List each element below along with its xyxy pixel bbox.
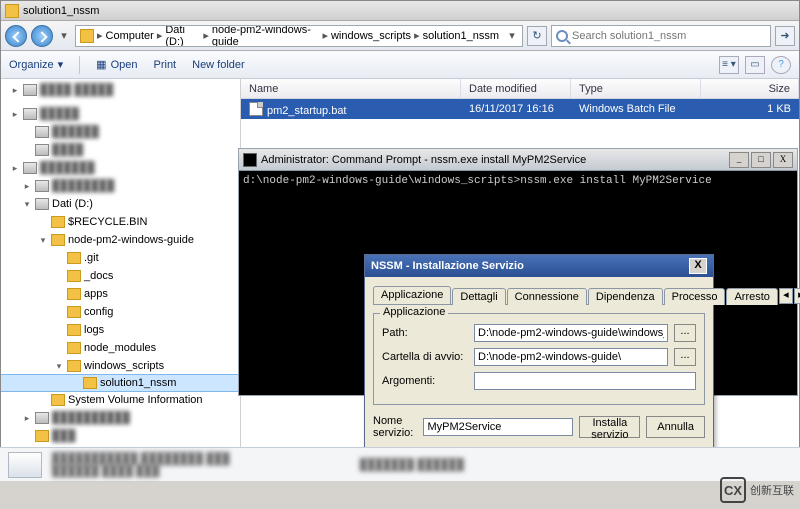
tab-scroll-right[interactable]: ▸ bbox=[794, 288, 800, 304]
file-type: Windows Batch File bbox=[571, 103, 701, 115]
tree-item[interactable]: logs bbox=[84, 324, 104, 336]
tree-item[interactable]: node-pm2-windows-guide bbox=[68, 234, 194, 246]
cmd-title: Administrator: Command Prompt - nssm.exe… bbox=[261, 154, 586, 166]
tree-item[interactable]: node_modules bbox=[84, 342, 156, 354]
startdir-input[interactable] bbox=[474, 348, 668, 366]
tab-shutdown[interactable]: Arresto bbox=[726, 288, 777, 305]
install-service-button[interactable]: Installa servizio bbox=[579, 416, 640, 438]
col-type[interactable]: Type bbox=[571, 79, 701, 98]
cmd-titlebar[interactable]: Administrator: Command Prompt - nssm.exe… bbox=[239, 149, 797, 171]
statusbar-filetype: ██████ ████ ███ bbox=[52, 465, 230, 477]
print-button[interactable]: Print bbox=[154, 59, 177, 71]
view-options-button[interactable]: ≡ ▾ bbox=[719, 56, 739, 74]
nssm-dialog: NSSM - Installazione Servizio X Applicaz… bbox=[364, 254, 714, 450]
service-name-input[interactable] bbox=[423, 418, 573, 436]
tree-item[interactable]: $RECYCLE.BIN bbox=[68, 216, 147, 228]
tab-strip: Applicazione Dettagli Connessione Dipend… bbox=[373, 283, 705, 305]
browse-path-button[interactable]: ... bbox=[674, 324, 696, 342]
explorer-toolbar: Organize ▾ ▦ Open Print New folder ≡ ▾ ▭… bbox=[1, 51, 799, 79]
close-button[interactable]: X bbox=[689, 258, 707, 274]
new-folder-button[interactable]: New folder bbox=[192, 59, 245, 71]
file-thumbnail bbox=[8, 452, 42, 478]
tab-connection[interactable]: Connessione bbox=[507, 288, 587, 305]
startdir-label: Cartella di avvio: bbox=[382, 351, 468, 363]
breadcrumb-segment[interactable]: windows_scripts bbox=[331, 30, 411, 42]
window-title: solution1_nssm bbox=[23, 5, 99, 17]
dialog-title: NSSM - Installazione Servizio bbox=[371, 260, 524, 272]
breadcrumb-segment[interactable]: Computer bbox=[106, 30, 154, 42]
search-icon bbox=[556, 30, 568, 42]
explorer-statusbar: ███████████ ████████ ███ ██████ ████ ███… bbox=[0, 447, 800, 481]
cmd-icon bbox=[243, 153, 257, 167]
statusbar-filename: ███████████ ████████ ███ bbox=[52, 453, 230, 465]
tab-process[interactable]: Processo bbox=[664, 288, 726, 305]
folder-icon bbox=[5, 4, 19, 18]
tree-item-selected[interactable]: solution1_nssm bbox=[100, 377, 176, 389]
group-legend: Applicazione bbox=[380, 306, 448, 318]
col-size[interactable]: Size bbox=[701, 79, 799, 98]
statusbar-meta: ███████ ██████ bbox=[360, 459, 464, 471]
tab-application[interactable]: Applicazione bbox=[373, 286, 451, 304]
help-button[interactable]: ? bbox=[771, 56, 791, 74]
breadcrumb-segment[interactable]: Dati (D:) bbox=[165, 25, 200, 47]
nav-back-button[interactable] bbox=[5, 25, 27, 47]
file-size: 1 KB bbox=[701, 103, 799, 115]
explorer-navbar: ▾ ▸Computer ▸Dati (D:) ▸node-pm2-windows… bbox=[1, 21, 799, 51]
tree-item[interactable]: System Volume Information bbox=[68, 394, 203, 406]
col-date[interactable]: Date modified bbox=[461, 79, 571, 98]
explorer-titlebar: solution1_nssm bbox=[1, 1, 799, 21]
tree-item[interactable]: _docs bbox=[84, 270, 113, 282]
search-box[interactable] bbox=[551, 25, 771, 47]
browse-startdir-button[interactable]: ... bbox=[674, 348, 696, 366]
dialog-titlebar[interactable]: NSSM - Installazione Servizio X bbox=[365, 255, 713, 277]
close-button[interactable]: X bbox=[773, 152, 793, 168]
organize-menu[interactable]: Organize ▾ bbox=[9, 58, 63, 71]
batch-file-icon bbox=[249, 102, 263, 116]
file-name: pm2_startup.bat bbox=[267, 105, 347, 117]
folder-icon bbox=[80, 29, 94, 43]
args-input[interactable] bbox=[474, 372, 696, 390]
args-label: Argomenti: bbox=[382, 375, 468, 387]
minimize-button[interactable]: _ bbox=[729, 152, 749, 168]
watermark-text: 创新互联 bbox=[750, 482, 794, 498]
breadcrumb-segment[interactable]: solution1_nssm bbox=[423, 30, 499, 42]
tree-item[interactable]: .git bbox=[84, 252, 99, 264]
tab-scroll-left[interactable]: ◂ bbox=[779, 288, 793, 304]
service-name-label: Nome servizio: bbox=[373, 415, 417, 439]
search-input[interactable] bbox=[572, 30, 766, 42]
nav-tree[interactable]: ▸████ █████ ▸█████ ██████ ████ ▸███████ … bbox=[1, 79, 241, 449]
preview-pane-button[interactable]: ▭ bbox=[745, 56, 765, 74]
tree-item[interactable]: windows_scripts bbox=[84, 360, 164, 372]
tree-dati[interactable]: Dati (D:) bbox=[52, 198, 93, 210]
list-header: Name Date modified Type Size bbox=[241, 79, 799, 99]
watermark: CX 创新互联 bbox=[720, 477, 794, 503]
tab-details[interactable]: Dettagli bbox=[452, 288, 505, 305]
watermark-logo: CX bbox=[720, 477, 746, 503]
tab-dependency[interactable]: Dipendenza bbox=[588, 288, 663, 305]
path-label: Path: bbox=[382, 327, 468, 339]
col-name[interactable]: Name bbox=[241, 79, 461, 98]
application-group: Applicazione Path: ... Cartella di avvio… bbox=[373, 313, 705, 405]
maximize-button[interactable]: □ bbox=[751, 152, 771, 168]
breadcrumb[interactable]: ▸Computer ▸Dati (D:) ▸node-pm2-windows-g… bbox=[75, 25, 523, 47]
nav-forward-button[interactable] bbox=[31, 25, 53, 47]
open-button[interactable]: ▦ Open bbox=[96, 58, 137, 71]
search-go-button[interactable]: ➜ bbox=[775, 26, 795, 46]
cancel-button[interactable]: Annulla bbox=[646, 416, 705, 438]
refresh-button[interactable]: ↻ bbox=[527, 26, 547, 46]
tree-item[interactable]: apps bbox=[84, 288, 108, 300]
nav-history-dropdown[interactable]: ▾ bbox=[57, 29, 71, 42]
path-input[interactable] bbox=[474, 324, 668, 342]
breadcrumb-segment[interactable]: node-pm2-windows-guide bbox=[212, 25, 320, 47]
list-row[interactable]: pm2_startup.bat 16/11/2017 16:16 Windows… bbox=[241, 99, 799, 119]
tree-item[interactable]: config bbox=[84, 306, 113, 318]
file-date: 16/11/2017 16:16 bbox=[461, 103, 571, 115]
